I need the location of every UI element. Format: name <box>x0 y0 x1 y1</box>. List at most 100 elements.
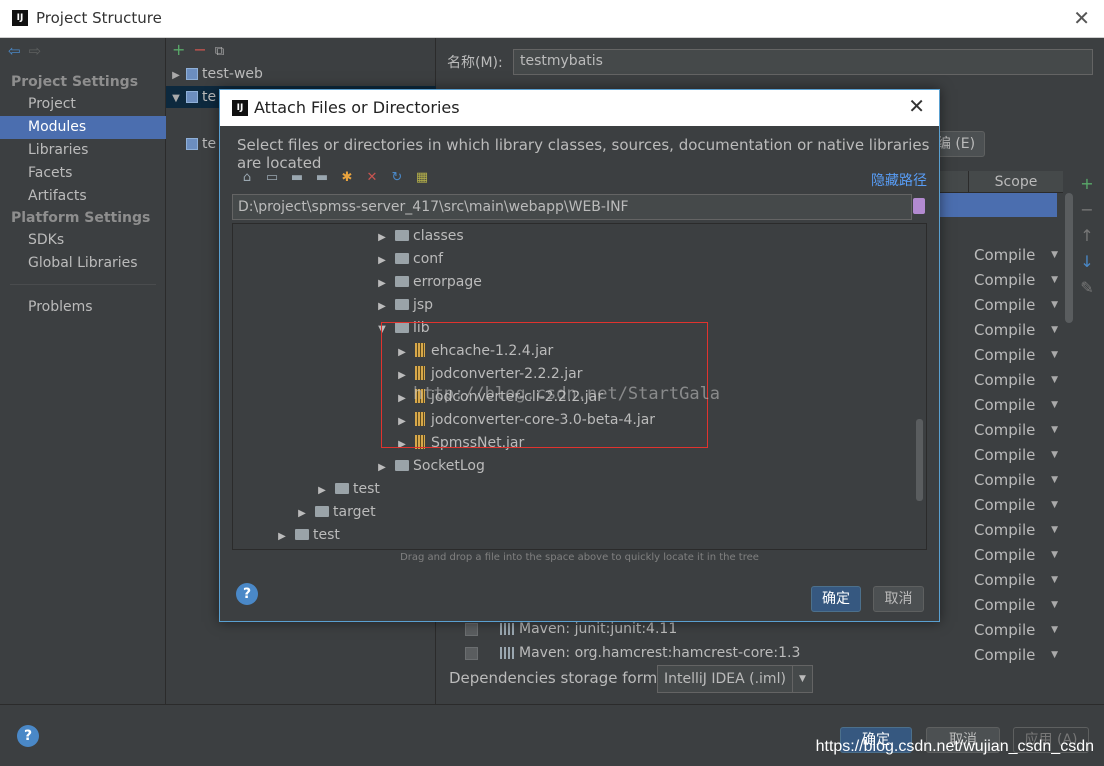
window-title: Project Structure <box>36 9 162 27</box>
chevron-down-icon: ▼ <box>1051 300 1058 310</box>
forward-arrow-icon[interactable]: ⇨ <box>29 42 42 60</box>
desktop-icon[interactable]: ▭ <box>263 170 281 186</box>
add-icon[interactable]: + <box>172 40 185 59</box>
sidebar-item-global-libraries[interactable]: Global Libraries <box>0 252 166 275</box>
new-folder-icon[interactable]: ✱ <box>338 170 356 186</box>
copy-icon[interactable]: ⧉ <box>215 44 224 59</box>
module-folder-icon[interactable]: ▬ <box>313 170 331 186</box>
project-folder-icon[interactable]: ▬ <box>288 170 306 186</box>
chevron-down-icon: ▼ <box>1051 475 1058 485</box>
delete-icon[interactable]: ✕ <box>363 170 381 186</box>
export-checkbox[interactable] <box>465 646 478 660</box>
tree-item-folder[interactable]: ▶ jsp <box>375 294 433 317</box>
scope-value: Compile <box>974 496 1036 514</box>
path-input[interactable]: D:\project\spmss-server_417\src\main\web… <box>232 194 912 220</box>
history-icon[interactable] <box>913 198 925 214</box>
expand-arrow-icon[interactable]: ▶ <box>375 272 389 295</box>
tree-scrollbar[interactable] <box>916 419 923 501</box>
scope-dropdown[interactable]: Compile ▼ <box>974 368 1064 392</box>
scope-dropdown[interactable]: Compile ▼ <box>974 593 1064 617</box>
sidebar-item-artifacts[interactable]: Artifacts <box>0 185 166 208</box>
scope-dropdown[interactable]: Compile ▼ <box>974 318 1064 342</box>
show-hidden-icon[interactable]: ▦ <box>413 170 431 186</box>
sidebar-divider <box>10 284 156 285</box>
scope-dropdown[interactable]: Compile ▼ <box>974 418 1064 442</box>
module-name-input[interactable]: testmybatis <box>513 49 1093 75</box>
scope-dropdown[interactable]: Compile ▼ <box>974 293 1064 317</box>
storage-format-label: Dependencies storage format: <box>449 669 678 687</box>
scope-dropdown[interactable]: Compile ▼ <box>974 268 1064 292</box>
expand-arrow-icon[interactable]: ▶ <box>166 65 186 87</box>
module-row-test-web[interactable]: ▶ test-web <box>166 63 436 85</box>
hide-path-link[interactable]: 隐藏路径 <box>871 170 927 190</box>
sidebar-item-modules[interactable]: Modules <box>0 116 166 139</box>
chevron-down-icon: ▼ <box>1051 500 1058 510</box>
tree-item-folder[interactable]: ▶ conf <box>375 248 443 271</box>
add-dependency-icon[interactable]: + <box>1077 174 1097 200</box>
sidebar-item-libraries[interactable]: Libraries <box>0 139 166 162</box>
expand-arrow-icon[interactable]: ▶ <box>315 479 329 502</box>
tree-item-folder[interactable]: ▶ target <box>295 501 375 525</box>
edit-pencil-icon[interactable]: ✎ <box>1077 278 1097 304</box>
remove-icon[interactable]: − <box>193 40 206 59</box>
sidebar-item-facets[interactable]: Facets <box>0 162 166 185</box>
storage-format-value: IntelliJ IDEA (.iml) <box>664 671 786 687</box>
expand-arrow-icon[interactable]: ▶ <box>375 295 389 318</box>
move-up-icon[interactable]: ↑ <box>1077 226 1097 252</box>
tree-item-folder[interactable]: ▶ errorpage <box>375 271 482 294</box>
scope-dropdown[interactable]: Compile ▼ <box>974 343 1064 367</box>
scope-dropdown[interactable]: Compile ▼ <box>974 568 1064 592</box>
scope-dropdown[interactable]: Compile ▼ <box>974 543 1064 567</box>
expand-arrow-icon[interactable]: ▶ <box>375 456 389 479</box>
ok-button[interactable]: 确定 <box>811 586 861 612</box>
dialog-title: Attach Files or Directories <box>254 98 460 117</box>
scope-dropdown[interactable]: Compile ▼ <box>974 393 1064 417</box>
refresh-icon[interactable]: ↻ <box>388 170 406 186</box>
help-icon[interactable]: ? <box>236 583 258 605</box>
scope-dropdown[interactable]: Compile ▼ <box>974 443 1064 467</box>
chevron-down-icon: ▼ <box>1051 550 1058 560</box>
dependencies-scrollbar[interactable] <box>1065 193 1073 323</box>
dialog-close-icon[interactable]: ✕ <box>908 94 925 118</box>
collapse-arrow-icon[interactable]: ▼ <box>166 88 186 110</box>
scope-value: Compile <box>974 446 1036 464</box>
chevron-down-icon: ▼ <box>1051 275 1058 285</box>
window-close-icon[interactable]: ✕ <box>1073 6 1090 30</box>
help-icon[interactable]: ? <box>17 725 39 747</box>
tree-item-folder[interactable]: ▶ test <box>275 524 340 547</box>
cancel-button[interactable]: 取消 <box>873 586 924 612</box>
scope-column-header[interactable]: Scope <box>968 171 1063 193</box>
scope-dropdown[interactable]: Compile ▼ <box>974 643 1064 667</box>
scope-value: Compile <box>974 546 1036 564</box>
scope-dropdown[interactable]: Compile ▼ <box>974 618 1064 642</box>
watermark-text: https://blog.csdn.net/wujian_csdn_csdn <box>815 738 1094 755</box>
storage-format-select[interactable]: IntelliJ IDEA (.iml) ▼ <box>657 665 813 693</box>
scope-value: Compile <box>974 571 1036 589</box>
folder-icon <box>395 298 409 310</box>
sidebar-item-sdks[interactable]: SDKs <box>0 229 166 252</box>
scope-dropdown[interactable]: Compile ▼ <box>974 518 1064 542</box>
tree-item-folder[interactable]: ▶ classes <box>375 225 464 248</box>
file-chooser-toolbar: ⌂ ▭ ▬ ▬ ✱ ✕ ↻ ▦ <box>238 170 438 190</box>
move-down-icon[interactable]: ↓ <box>1077 252 1097 278</box>
expand-arrow-icon[interactable]: ▶ <box>375 249 389 272</box>
expand-arrow-icon[interactable]: ▶ <box>295 502 309 525</box>
folder-icon <box>395 252 409 264</box>
chevron-down-icon: ▼ <box>1051 400 1058 410</box>
sidebar-item-problems[interactable]: Problems <box>0 296 166 319</box>
tree-item-folder[interactable]: ▶ SocketLog <box>375 455 485 478</box>
chevron-down-icon: ▼ <box>1051 625 1058 635</box>
export-checkbox[interactable] <box>465 622 478 636</box>
remove-dependency-icon[interactable]: − <box>1077 200 1097 226</box>
expand-arrow-icon[interactable]: ▶ <box>375 226 389 249</box>
scope-dropdown[interactable]: Compile ▼ <box>974 468 1064 492</box>
home-icon[interactable]: ⌂ <box>238 170 256 186</box>
tree-item-folder[interactable]: ▶ test <box>315 478 380 501</box>
scope-dropdown[interactable]: Compile ▼ <box>974 493 1064 517</box>
sidebar-item-project[interactable]: Project <box>0 93 166 116</box>
expand-arrow-icon[interactable]: ▶ <box>275 525 289 548</box>
back-arrow-icon[interactable]: ⇦ <box>8 42 21 60</box>
scope-dropdown[interactable]: Compile ▼ <box>974 243 1064 267</box>
chevron-down-icon: ▼ <box>1051 250 1058 260</box>
dependency-row[interactable]: Maven: org.hamcrest:hamcrest-core:1.3 <box>465 641 800 665</box>
